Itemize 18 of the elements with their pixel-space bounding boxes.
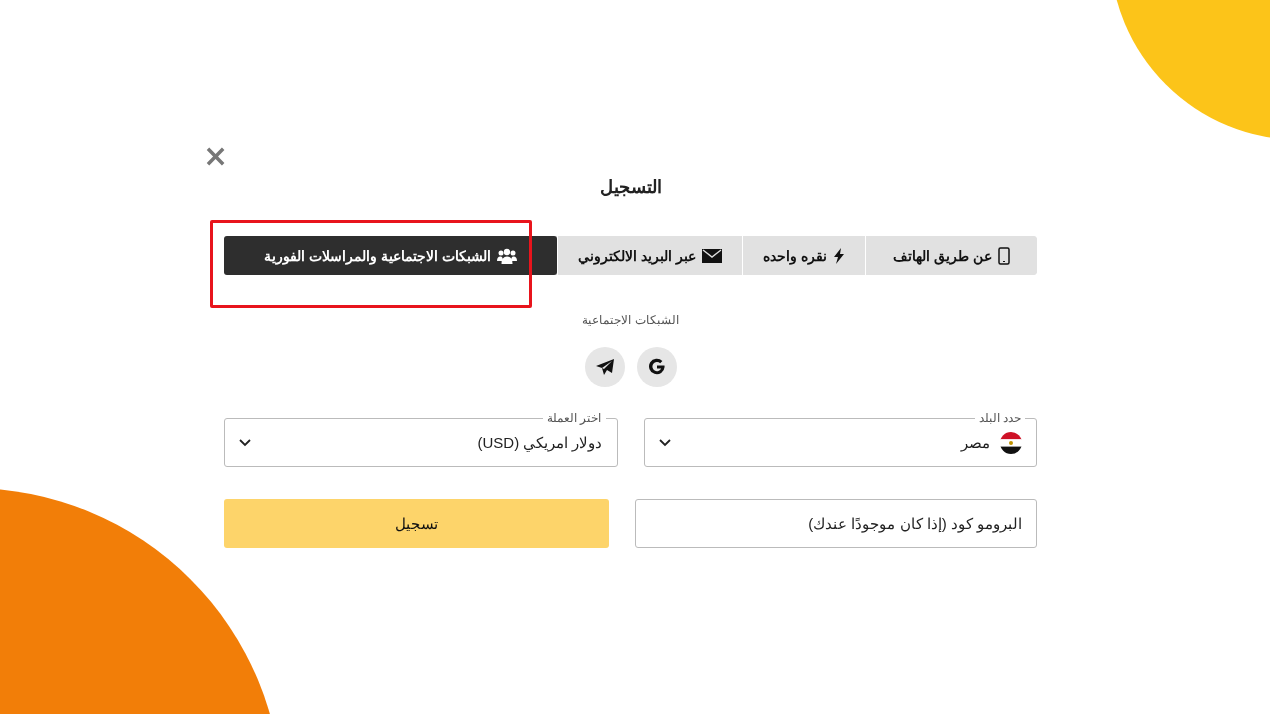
people-icon bbox=[497, 247, 517, 264]
google-icon bbox=[646, 357, 667, 377]
flag-icon bbox=[1000, 431, 1022, 454]
dialog-title: التسجيل bbox=[599, 176, 662, 199]
chevron-down-icon bbox=[658, 438, 671, 447]
telegram-login-button[interactable] bbox=[584, 347, 625, 387]
register-button[interactable]: تسجيل bbox=[224, 499, 609, 548]
phone-icon bbox=[997, 246, 1010, 265]
tab[interactable]: الشبكات الاجتماعية والمراسلات الفورية bbox=[224, 236, 558, 275]
promo-code-field[interactable]: البرومو كود (إذا كان موجودًا عندك) bbox=[634, 499, 1037, 548]
lightning-icon bbox=[833, 247, 845, 264]
chevron-down-icon bbox=[239, 438, 251, 447]
section-label: الشبكات الاجتماعية bbox=[582, 313, 679, 327]
tab[interactable]: عن طريق الهاتف bbox=[865, 236, 1037, 275]
close-button[interactable]: × bbox=[203, 143, 229, 169]
google-login-button[interactable] bbox=[636, 347, 677, 387]
paper-plane-icon bbox=[594, 358, 615, 376]
mail-icon bbox=[702, 248, 723, 263]
